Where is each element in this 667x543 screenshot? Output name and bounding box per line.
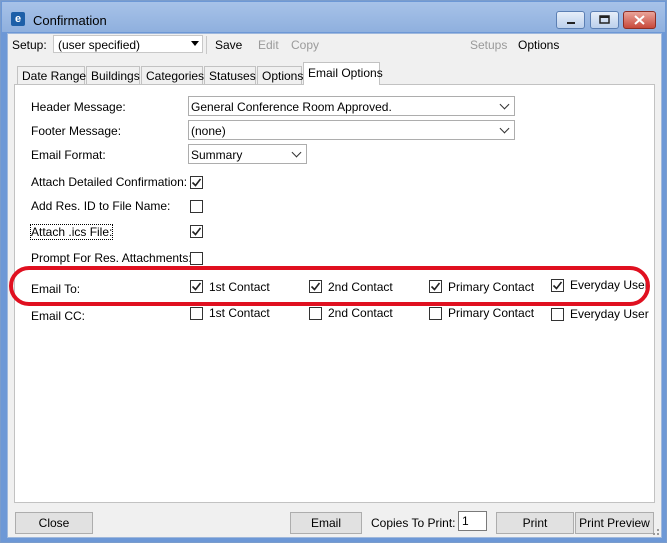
attach-detailed-label: Attach Detailed Confirmation: — [31, 175, 188, 189]
header-message-select[interactable]: General Conference Room Approved. — [188, 96, 515, 116]
tab-categories[interactable]: Categories — [141, 66, 204, 84]
footer-message-select[interactable]: (none) — [188, 120, 515, 140]
footer-message-label: Footer Message: — [31, 124, 122, 138]
email-cc-1st-contact-label: 1st Contact — [209, 306, 270, 320]
close-window-button[interactable] — [623, 11, 656, 29]
email-cc-everyday-user-checkbox[interactable] — [551, 308, 564, 321]
save-button[interactable]: Save — [215, 38, 242, 52]
setups-button[interactable]: Setups — [470, 38, 507, 52]
email-cc-1st-contact-checkbox[interactable] — [190, 307, 203, 320]
email-cc-primary-contact-label: Primary Contact — [448, 306, 535, 320]
tab-email-options[interactable]: Email Options — [303, 62, 383, 85]
resize-grip-icon[interactable] — [650, 526, 660, 536]
app-icon: e — [11, 12, 25, 26]
maximize-button[interactable] — [590, 11, 619, 29]
maximize-icon — [591, 12, 618, 28]
title-bar[interactable]: e Confirmation — [2, 2, 665, 32]
chevron-down-icon — [499, 123, 510, 134]
chevron-down-icon — [291, 147, 302, 158]
checkmark-icon — [191, 178, 202, 187]
attach-detailed-checkbox[interactable] — [190, 176, 203, 189]
copies-to-print-value: 1 — [462, 514, 469, 528]
prompt-attachments-checkbox[interactable] — [190, 252, 203, 265]
tab-statuses[interactable]: Statuses — [204, 66, 256, 84]
prompt-attachments-label: Prompt For Res. Attachments: — [31, 251, 192, 265]
email-cc-2nd-contact-checkbox[interactable] — [309, 307, 322, 320]
window-title: Confirmation — [33, 13, 107, 28]
email-cc-everyday-user-label: Everyday User — [570, 307, 649, 321]
attach-ics-label: Attach .ics File: — [30, 224, 114, 240]
email-cc-primary-contact-checkbox[interactable] — [429, 307, 442, 320]
dropdown-arrow-icon — [191, 41, 199, 46]
email-cc-label: Email CC: — [31, 309, 86, 323]
minimize-button[interactable] — [556, 11, 585, 29]
tab-buildings[interactable]: Buildings — [86, 66, 140, 84]
print-preview-button[interactable]: Print Preview — [575, 512, 654, 534]
toolbar: Setup: (user specified) Save Edit Copy S… — [8, 34, 661, 56]
email-button[interactable]: Email — [290, 512, 362, 534]
add-res-id-label: Add Res. ID to File Name: — [31, 199, 171, 213]
checkmark-icon — [191, 227, 202, 236]
options-button[interactable]: Options — [518, 38, 559, 52]
header-message-value: General Conference Room Approved. — [191, 100, 392, 114]
minimize-icon — [557, 12, 584, 28]
copies-to-print-label: Copies To Print: — [371, 516, 456, 530]
email-format-value: Summary — [191, 148, 243, 162]
setup-select[interactable]: (user specified) — [53, 35, 203, 53]
copy-button[interactable]: Copy — [291, 38, 319, 52]
print-button[interactable]: Print — [496, 512, 574, 534]
highlight-annotation — [9, 266, 650, 306]
setup-label: Setup: — [12, 38, 47, 52]
copies-to-print-input[interactable]: 1 — [458, 511, 487, 531]
toolbar-separator — [206, 36, 207, 54]
edit-button[interactable]: Edit — [258, 38, 279, 52]
attach-ics-checkbox[interactable] — [190, 225, 203, 238]
add-res-id-checkbox[interactable] — [190, 200, 203, 213]
close-icon — [624, 12, 655, 28]
header-message-label: Header Message: — [31, 100, 126, 114]
close-button[interactable]: Close — [15, 512, 93, 534]
chevron-down-icon — [499, 99, 510, 110]
footer-message-value: (none) — [191, 124, 226, 138]
tab-options[interactable]: Options — [257, 66, 303, 84]
email-cc-2nd-contact-label: 2nd Contact — [328, 306, 393, 320]
email-format-select[interactable]: Summary — [188, 144, 307, 164]
tab-date-range[interactable]: Date Range — [17, 66, 86, 84]
setup-value: (user specified) — [58, 38, 141, 52]
email-format-label: Email Format: — [31, 148, 106, 162]
